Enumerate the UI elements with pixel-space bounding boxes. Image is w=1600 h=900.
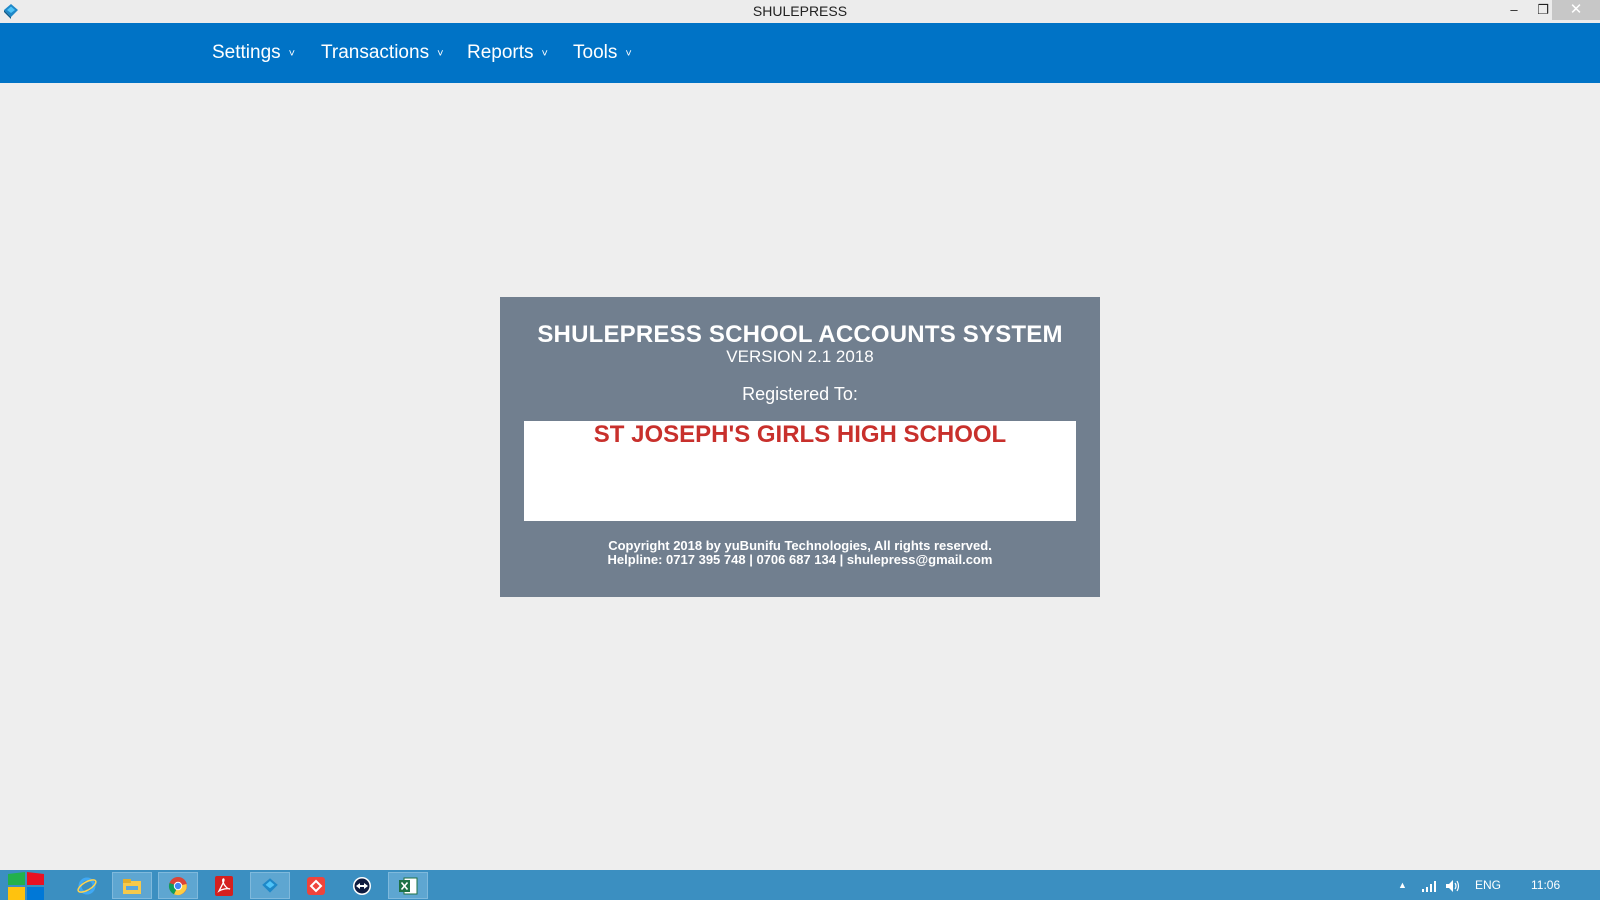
registered-school-box: ST JOSEPH'S GIRLS HIGH SCHOOL bbox=[524, 421, 1076, 521]
helpline-text: Helpline: 0717 395 748 | 0706 687 134 | … bbox=[607, 552, 993, 567]
anydesk-icon[interactable] bbox=[296, 872, 336, 899]
menu-tools-label: Tools bbox=[573, 42, 618, 63]
menu-reports-label: Reports bbox=[467, 42, 534, 63]
volume-icon[interactable] bbox=[1445, 870, 1461, 900]
clock[interactable]: 11:06 bbox=[1531, 870, 1560, 900]
window-title: SHULEPRESS bbox=[752, 3, 848, 19]
title-bar: SHULEPRESS – ❐ ✕ bbox=[0, 0, 1600, 24]
acrobat-icon[interactable] bbox=[204, 872, 244, 899]
version-label: VERSION 2.1 2018 bbox=[726, 347, 874, 366]
menu-settings[interactable]: Settings ˅ bbox=[212, 23, 295, 83]
registered-to-label: Registered To: bbox=[742, 384, 858, 404]
close-button[interactable]: ✕ bbox=[1552, 0, 1600, 20]
menu-settings-label: Settings bbox=[212, 42, 281, 63]
chevron-down-icon: ˅ bbox=[437, 48, 444, 60]
menu-tools[interactable]: Tools ˅ bbox=[573, 23, 632, 83]
menu-bar: Settings ˅ Transactions ˅ Reports ˅ Tool… bbox=[0, 23, 1600, 83]
school-name: ST JOSEPH'S GIRLS HIGH SCHOOL bbox=[593, 421, 1007, 448]
menu-transactions[interactable]: Transactions ˅ bbox=[321, 23, 444, 83]
chevron-down-icon: ˅ bbox=[288, 48, 296, 60]
copyright-text: Copyright 2018 by yuBunifu Technologies,… bbox=[608, 538, 992, 553]
about-panel: SHULEPRESS SCHOOL ACCOUNTS SYSTEM VERSIO… bbox=[500, 297, 1100, 597]
product-title: SHULEPRESS SCHOOL ACCOUNTS SYSTEM bbox=[537, 321, 1063, 348]
network-icon[interactable] bbox=[1421, 870, 1437, 900]
menu-transactions-label: Transactions bbox=[321, 42, 430, 63]
show-hidden-icons-icon[interactable]: ▲ bbox=[1398, 870, 1407, 900]
file-explorer-icon[interactable] bbox=[112, 872, 152, 899]
chevron-down-icon: ˅ bbox=[625, 48, 632, 60]
language-indicator[interactable]: ENG bbox=[1475, 870, 1501, 900]
menu-reports[interactable]: Reports ˅ bbox=[467, 23, 548, 83]
internet-explorer-icon[interactable] bbox=[67, 872, 107, 899]
start-icon[interactable] bbox=[6, 871, 46, 900]
minimize-button[interactable]: – bbox=[1500, 0, 1528, 20]
taskbar: ▲ ENG 11:06 bbox=[0, 870, 1600, 900]
chrome-icon[interactable] bbox=[158, 872, 198, 899]
chevron-down-icon: ˅ bbox=[541, 48, 548, 60]
teamviewer-icon[interactable] bbox=[342, 872, 382, 899]
shulepress-icon[interactable] bbox=[250, 872, 290, 899]
excel-icon[interactable] bbox=[388, 872, 428, 899]
